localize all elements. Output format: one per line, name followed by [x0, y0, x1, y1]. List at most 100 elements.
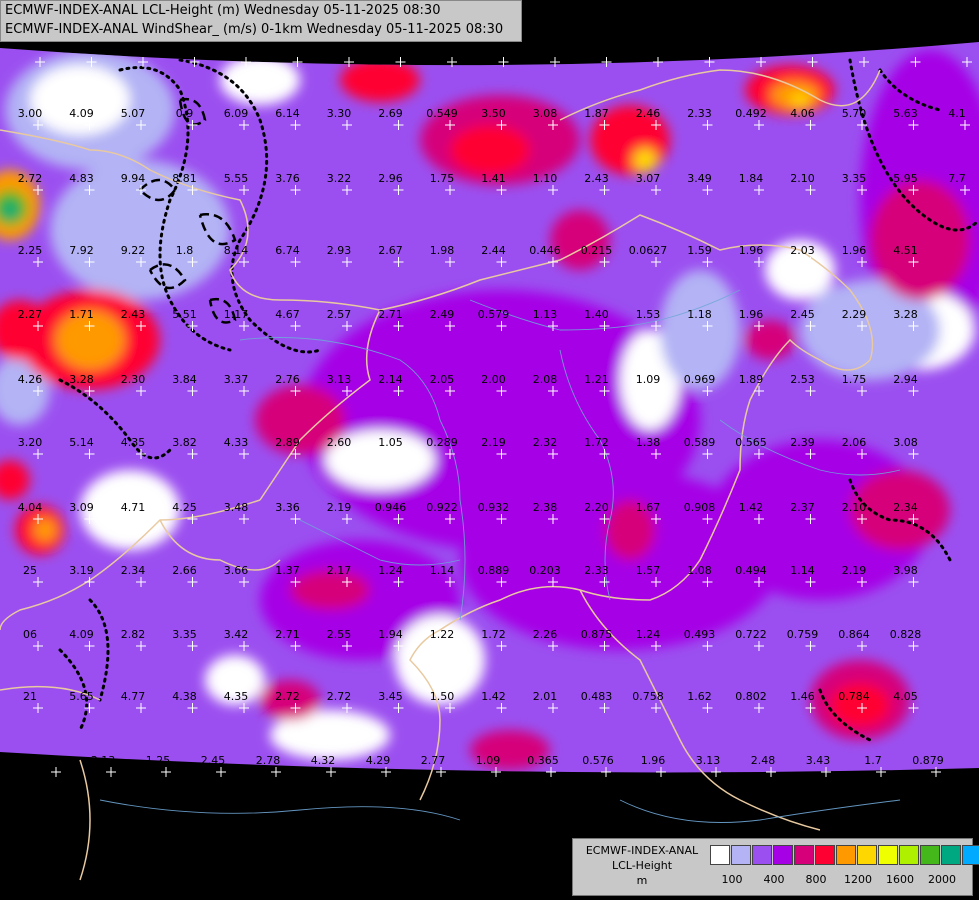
- wind-shear-value: 1.24: [378, 564, 403, 577]
- wind-shear-value: 1.96: [739, 244, 764, 257]
- wind-shear-value: 1.14: [790, 564, 815, 577]
- wind-shear-value: 3.76: [275, 172, 300, 185]
- wind-shear-value: 6.74: [275, 244, 300, 257]
- wind-shear-value: 2.45: [201, 754, 226, 767]
- wind-shear-value: 2.10: [790, 172, 815, 185]
- wind-shear-value: 1.67: [636, 501, 661, 514]
- wind-shear-value: 4.35: [121, 436, 146, 449]
- wind-shear-value: 5.63: [893, 107, 918, 120]
- wind-shear-value: 3.30: [327, 107, 352, 120]
- wind-shear-value: 0.365: [527, 754, 559, 767]
- wind-shear-value: 0.9: [176, 107, 194, 120]
- wind-shear-value: 4.32: [311, 754, 336, 767]
- wind-shear-value: 1.37: [275, 564, 300, 577]
- wind-shear-value: 4.77: [121, 690, 146, 703]
- wind-shear-value: 2.32: [533, 436, 558, 449]
- wind-shear-value: 3.13: [327, 373, 352, 386]
- wind-shear-value: 2.72: [18, 172, 43, 185]
- legend-swatch: [878, 845, 898, 865]
- wind-shear-value: 3.08: [893, 436, 918, 449]
- wind-shear-value: 1.75: [430, 172, 455, 185]
- wind-shear-value: 3.66: [224, 564, 249, 577]
- wind-shear-value: 0.289: [426, 436, 458, 449]
- wind-shear-value: 4.67: [275, 308, 300, 321]
- legend-param: LCL-Height: [611, 859, 673, 872]
- wind-shear-value: 2.89: [275, 436, 300, 449]
- wind-shear-value: 0.969: [684, 373, 716, 386]
- wind-shear-value: 2.33: [584, 564, 609, 577]
- wind-shear-value: 0.494: [735, 564, 767, 577]
- wind-shear-value: 0.828: [890, 628, 922, 641]
- wind-shear-value: 25: [23, 564, 37, 577]
- wind-shear-value: 0.889: [478, 564, 510, 577]
- wind-shear-value: 1.71: [69, 308, 94, 321]
- legend-swatch: [857, 845, 877, 865]
- wind-shear-value: 3.45: [378, 690, 403, 703]
- legend-swatch: [794, 845, 814, 865]
- wind-shear-value: 2.33: [687, 107, 712, 120]
- wind-shear-value: 0.946: [375, 501, 407, 514]
- wind-shear-value: 0.722: [735, 628, 767, 641]
- wind-shear-value: 1.24: [636, 628, 661, 641]
- wind-shear-value: 2.06: [842, 436, 867, 449]
- wind-shear-value: 0.864: [838, 628, 870, 641]
- wind-shear-value: 2.55: [327, 628, 352, 641]
- legend-swatch: [710, 845, 730, 865]
- wind-shear-value: 2.38: [533, 501, 558, 514]
- wind-shear-value: 2.39: [790, 436, 815, 449]
- legend-tick-label: 800: [805, 873, 827, 886]
- wind-shear-value: 2.03: [790, 244, 815, 257]
- wind-shear-value: 1.41: [481, 172, 506, 185]
- wind-shear-value: 3.82: [172, 436, 197, 449]
- wind-shear-value: 0.493: [684, 628, 716, 641]
- wind-shear-value: 0.879: [912, 754, 944, 767]
- wind-shear-value: 0.565: [735, 436, 767, 449]
- wind-shear-value: 3.28: [69, 373, 94, 386]
- wind-shear-value: 4.1: [948, 107, 966, 120]
- wind-shear-value: 0.875: [581, 628, 613, 641]
- wind-shear-value: 2.08: [533, 373, 558, 386]
- wind-shear-value: 2.00: [481, 373, 506, 386]
- wind-shear-value: 3.35: [172, 628, 197, 641]
- legend-swatch: [836, 845, 856, 865]
- wind-shear-value: 4.04: [18, 501, 43, 514]
- wind-shear-value: 3.00: [18, 107, 43, 120]
- wind-shear-value: 9.94: [121, 172, 146, 185]
- wind-shear-value: 3.84: [172, 373, 197, 386]
- wind-shear-value: 4.51: [893, 244, 918, 257]
- wind-shear-value: 2.29: [842, 308, 867, 321]
- wind-shear-value: 0.922: [426, 501, 458, 514]
- wind-shear-value: 2.94: [893, 373, 918, 386]
- wind-shear-value: 1.96: [641, 754, 666, 767]
- wind-shear-value: 3.50: [481, 107, 506, 120]
- wind-shear-value: 1.98: [430, 244, 455, 257]
- wind-shear-value: 1.18: [687, 308, 712, 321]
- header-line-lcl: ECMWF-INDEX-ANAL LCL-Height (m) Wednesda…: [5, 3, 441, 18]
- wind-shear-value: 1.89: [739, 373, 764, 386]
- wind-shear-value: 1.96: [842, 244, 867, 257]
- wind-shear-value: 2.34: [121, 564, 146, 577]
- wind-shear-value: 1.57: [636, 564, 661, 577]
- wind-shear-value: 3.20: [18, 436, 43, 449]
- wind-shear-value: 2.66: [172, 564, 197, 577]
- wind-shear-value: 0.215: [581, 244, 613, 257]
- legend-model: ECMWF-INDEX-ANAL: [585, 844, 699, 857]
- wind-shear-value: 1.75: [842, 373, 867, 386]
- wind-shear-value: 4.38: [172, 690, 197, 703]
- wind-shear-value: 1.10: [533, 172, 558, 185]
- wind-shear-value: 2.69: [378, 107, 403, 120]
- wind-shear-value: 3.98: [893, 564, 918, 577]
- wind-shear-value: 2.17: [327, 564, 352, 577]
- wind-shear-value: 4.26: [18, 373, 43, 386]
- wind-shear-value: 8.81: [172, 172, 197, 185]
- legend-tick-label: 2000: [928, 873, 956, 886]
- wind-shear-value: 5: [45, 754, 52, 767]
- legend-swatch: [731, 845, 751, 865]
- wind-shear-value: 3.13: [91, 754, 116, 767]
- wind-shear-value: 0.576: [582, 754, 614, 767]
- wind-shear-value: 0.0627: [629, 244, 668, 257]
- wind-shear-value: 1.40: [584, 308, 609, 321]
- wind-shear-value: 1.50: [430, 690, 455, 703]
- wind-shear-value: 1.94: [378, 628, 403, 641]
- wind-shear-value: 8.14: [224, 244, 249, 257]
